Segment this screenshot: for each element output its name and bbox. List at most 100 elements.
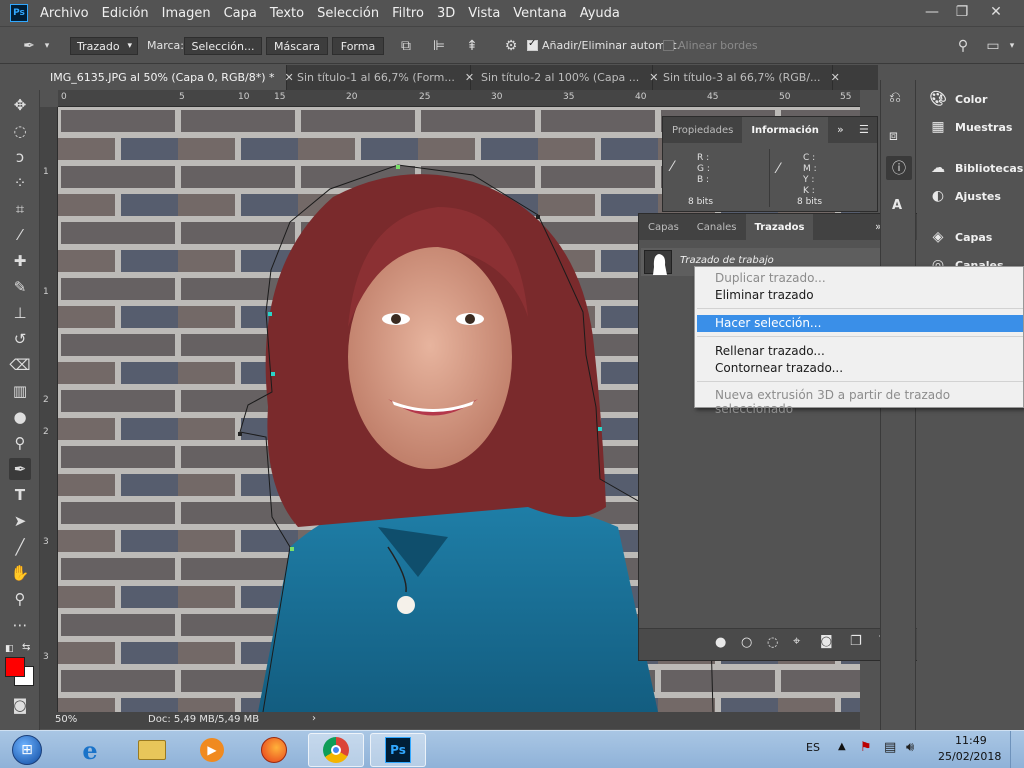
brush-tool-icon[interactable]: ✎: [9, 276, 31, 298]
auto-add-delete-checkbox[interactable]: [527, 38, 538, 51]
quick-selection-icon[interactable]: ⁘: [9, 172, 31, 194]
menu-contornear-trazado[interactable]: Contornear trazado...: [715, 361, 843, 375]
tab-capas[interactable]: Capas: [639, 214, 688, 240]
menu-duplicar-trazado[interactable]: Duplicar trazado...: [715, 271, 826, 285]
tab-canales[interactable]: Canales: [688, 214, 746, 240]
path-operations-icon[interactable]: ⧉: [397, 37, 415, 55]
taskbar-media-player[interactable]: ▶: [184, 733, 240, 767]
dock-ajustes[interactable]: ◐ Ajustes: [929, 184, 1001, 208]
taskbar-file-explorer[interactable]: [124, 733, 180, 767]
swap-colors-icon[interactable]: ⇆: [22, 642, 34, 653]
gear-icon[interactable]: ⚙: [502, 37, 520, 55]
line-tool-icon[interactable]: ╱: [9, 536, 31, 558]
volume-icon[interactable]: 🔊︎: [906, 740, 914, 755]
eyedropper-icon[interactable]: ⁄: [9, 224, 31, 246]
type-tool-icon[interactable]: T: [9, 484, 31, 506]
dock-bibliotecas[interactable]: ☁ Bibliotecas: [929, 156, 1023, 180]
menu-seleccion[interactable]: Selección: [317, 6, 379, 21]
tab-img-6135[interactable]: IMG_6135.JPG al 50% (Capa 0, RGB/8*) * ✕: [40, 65, 294, 90]
3d-icon[interactable]: ⧈: [889, 128, 898, 144]
taskbar-photoshop[interactable]: Ps: [370, 733, 426, 767]
network-icon[interactable]: ▤: [884, 740, 896, 755]
menu-ayuda[interactable]: Ayuda: [580, 6, 620, 21]
menu-3d[interactable]: 3D: [437, 6, 455, 21]
load-selection-icon[interactable]: ◌: [767, 635, 778, 650]
menu-ventana[interactable]: Ventana: [513, 6, 566, 21]
hand-tool-icon[interactable]: ✋: [9, 562, 31, 584]
tab-informacion[interactable]: Información: [742, 117, 828, 143]
tab-trazados[interactable]: Trazados: [745, 214, 814, 240]
more-tools-icon[interactable]: ⋯: [9, 614, 31, 636]
history-brush-icon[interactable]: ↺: [9, 328, 31, 350]
stroke-path-icon[interactable]: ○: [741, 635, 752, 650]
mascara-button[interactable]: Máscara: [266, 37, 328, 55]
path-selection-icon[interactable]: ➤: [9, 510, 31, 532]
dock-muestras[interactable]: ▦ Muestras: [929, 115, 1012, 139]
tray-chevron-icon[interactable]: ▲: [838, 741, 846, 752]
mode-select[interactable]: Trazado ▾: [70, 37, 138, 55]
lasso-tool-icon[interactable]: ↄ: [9, 146, 31, 168]
menu-nueva-extrusion-3d[interactable]: Nueva extrusión 3D a partir de trazado s…: [715, 388, 1023, 416]
path-alignment-icon[interactable]: ⊫: [430, 37, 448, 55]
gradient-tool-icon[interactable]: ▥: [9, 380, 31, 402]
dock-capas[interactable]: ◈ Capas: [929, 225, 993, 249]
taskbar-firefox[interactable]: [246, 733, 302, 767]
chevron-right-icon[interactable]: ›: [312, 713, 316, 724]
menu-vista[interactable]: Vista: [468, 6, 500, 21]
zoom-level[interactable]: 50%: [55, 714, 77, 725]
info-icon[interactable]: ⓘ: [886, 156, 912, 180]
eraser-tool-icon[interactable]: ⌫: [9, 354, 31, 376]
seleccion-button[interactable]: Selección...: [184, 37, 262, 55]
minimize-icon[interactable]: —: [920, 2, 944, 22]
search-icon[interactable]: ⚲: [954, 37, 972, 55]
workspace-icon[interactable]: ▭: [984, 37, 1002, 55]
menu-filtro[interactable]: Filtro: [392, 6, 424, 21]
healing-brush-icon[interactable]: ✚: [9, 250, 31, 272]
menu-capa[interactable]: Capa: [224, 6, 257, 21]
network-warning-icon[interactable]: ⚑: [860, 740, 872, 755]
chevron-down-icon[interactable]: ▾: [38, 37, 56, 55]
foreground-color-swatch[interactable]: [5, 657, 25, 677]
clock-date[interactable]: 25/02/2018: [938, 750, 1001, 763]
menu-texto[interactable]: Texto: [270, 6, 304, 21]
blur-tool-icon[interactable]: ●: [9, 406, 31, 428]
taskbar-internet-explorer[interactable]: e: [62, 733, 118, 767]
close-icon[interactable]: ✕: [831, 71, 840, 84]
move-tool-icon[interactable]: ✥: [9, 94, 31, 116]
menu-rellenar-trazado[interactable]: Rellenar trazado...: [715, 344, 825, 358]
pen-tool-icon[interactable]: ✒: [9, 458, 31, 480]
dodge-tool-icon[interactable]: ⚲: [9, 432, 31, 454]
dock-color[interactable]: 🎨︎ Color: [929, 87, 987, 111]
show-desktop-button[interactable]: [1010, 731, 1024, 768]
restore-icon[interactable]: ❐: [950, 2, 974, 22]
close-icon[interactable]: ✕: [984, 2, 1008, 22]
align-edges-checkbox[interactable]: [663, 40, 674, 51]
taskbar-chrome[interactable]: [308, 733, 364, 767]
tab-sin-titulo-1[interactable]: Sin título-1 al 66,7% (Form... ✕: [287, 65, 474, 90]
path-arrangement-icon[interactable]: ⇞: [463, 37, 481, 55]
character-icon[interactable]: A: [892, 198, 902, 213]
tab-sin-titulo-2[interactable]: Sin título-2 al 100% (Capa ... ✕: [471, 65, 659, 90]
history-icon[interactable]: ⎌: [889, 88, 901, 106]
tab-propiedades[interactable]: Propiedades: [663, 117, 742, 143]
fill-path-icon[interactable]: ●: [715, 635, 726, 650]
stamp-tool-icon[interactable]: ⊥: [9, 302, 31, 324]
marquee-tool-icon[interactable]: ◌: [9, 120, 31, 142]
panel-collapse-icon[interactable]: »: [837, 123, 844, 136]
menu-eliminar-trazado[interactable]: Eliminar trazado: [715, 288, 814, 302]
language-indicator[interactable]: ES: [806, 741, 820, 754]
menu-edicion[interactable]: Edición: [102, 6, 149, 21]
menu-hacer-seleccion[interactable]: Hacer selección...: [715, 316, 821, 330]
pen-tool-preset-icon[interactable]: ✒: [20, 37, 38, 55]
forma-button[interactable]: Forma: [332, 37, 384, 55]
quick-mask-icon[interactable]: ◙: [9, 694, 31, 716]
menu-archivo[interactable]: Archivo: [40, 6, 89, 21]
add-mask-icon[interactable]: ◙: [820, 634, 833, 649]
menu-imagen[interactable]: Imagen: [162, 6, 211, 21]
clock-time[interactable]: 11:49: [955, 734, 987, 747]
default-colors-icon[interactable]: ◧: [5, 644, 17, 654]
start-button[interactable]: ⊞: [2, 733, 52, 767]
chevron-down-icon[interactable]: ▾: [1003, 37, 1021, 55]
make-work-path-icon[interactable]: ⌖: [793, 634, 800, 649]
zoom-tool-icon[interactable]: ⚲: [9, 588, 31, 610]
